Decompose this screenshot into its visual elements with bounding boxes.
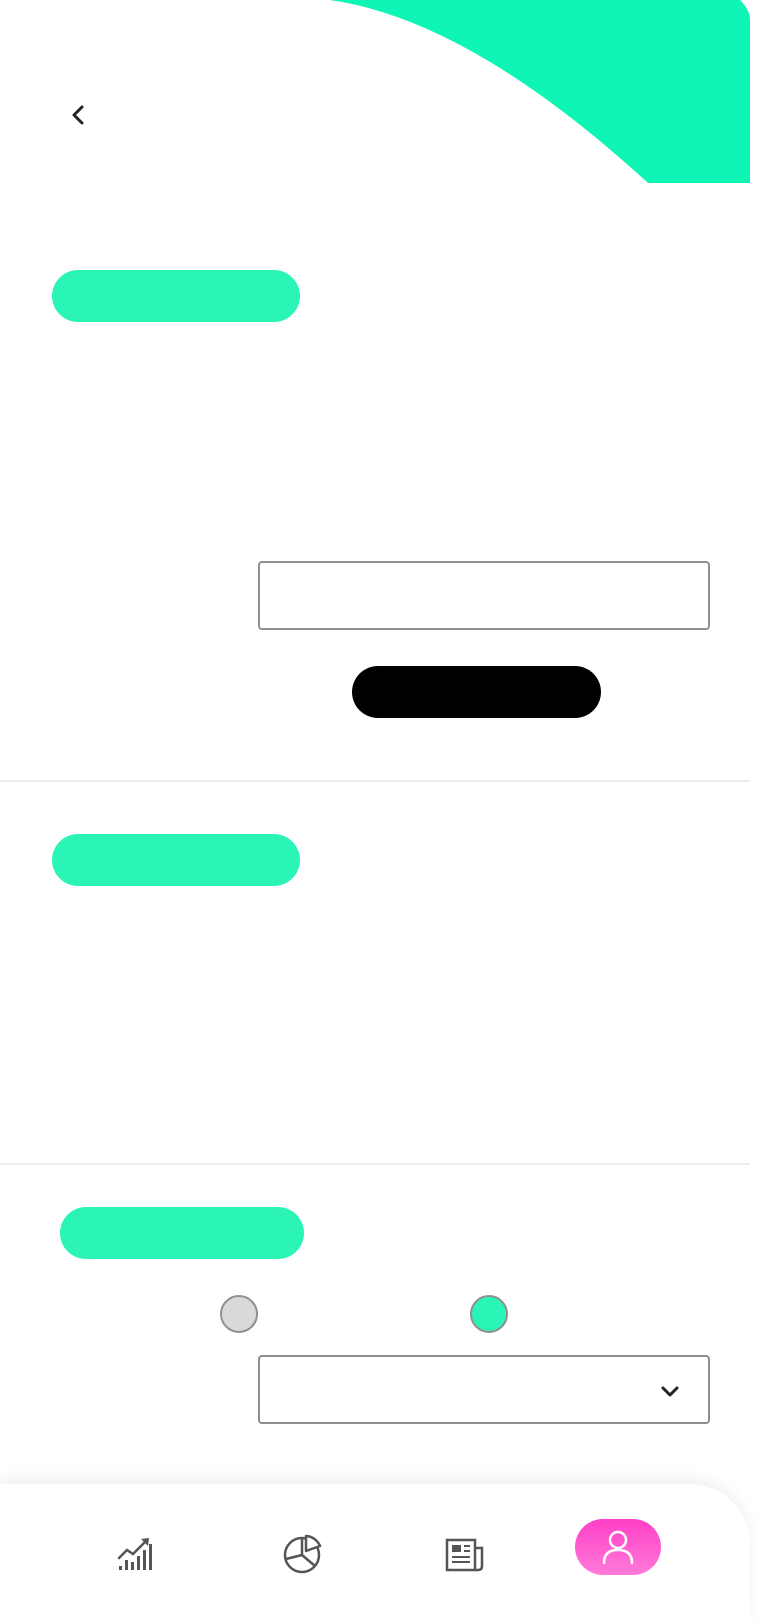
nav-item-news[interactable] [420, 1484, 510, 1624]
radio-option-1[interactable] [220, 1295, 258, 1333]
header-accent-shape [330, 0, 750, 183]
newspaper-icon [445, 1538, 484, 1572]
section-divider [0, 1163, 750, 1165]
section-3-title-placeholder [60, 1207, 304, 1259]
dropdown-select[interactable] [258, 1355, 710, 1424]
nav-item-stats[interactable] [90, 1484, 180, 1624]
back-button[interactable] [60, 95, 96, 135]
text-input[interactable] [258, 561, 710, 630]
stats-chart-icon [117, 1538, 152, 1570]
pie-chart-icon [283, 1534, 322, 1574]
radio-option-2-selected[interactable] [470, 1295, 508, 1333]
section-2-title-placeholder [52, 834, 300, 886]
nav-item-profile-active[interactable] [575, 1519, 661, 1575]
bottom-navigation [0, 1484, 750, 1624]
section-divider [0, 780, 750, 782]
chevron-down-icon [661, 1386, 679, 1397]
chevron-left-icon [72, 105, 84, 125]
nav-item-portfolio[interactable] [258, 1484, 348, 1624]
submit-button[interactable] [352, 666, 601, 718]
screen [0, 0, 764, 1624]
profile-icon [602, 1530, 634, 1565]
section-1-title-placeholder [52, 270, 300, 322]
